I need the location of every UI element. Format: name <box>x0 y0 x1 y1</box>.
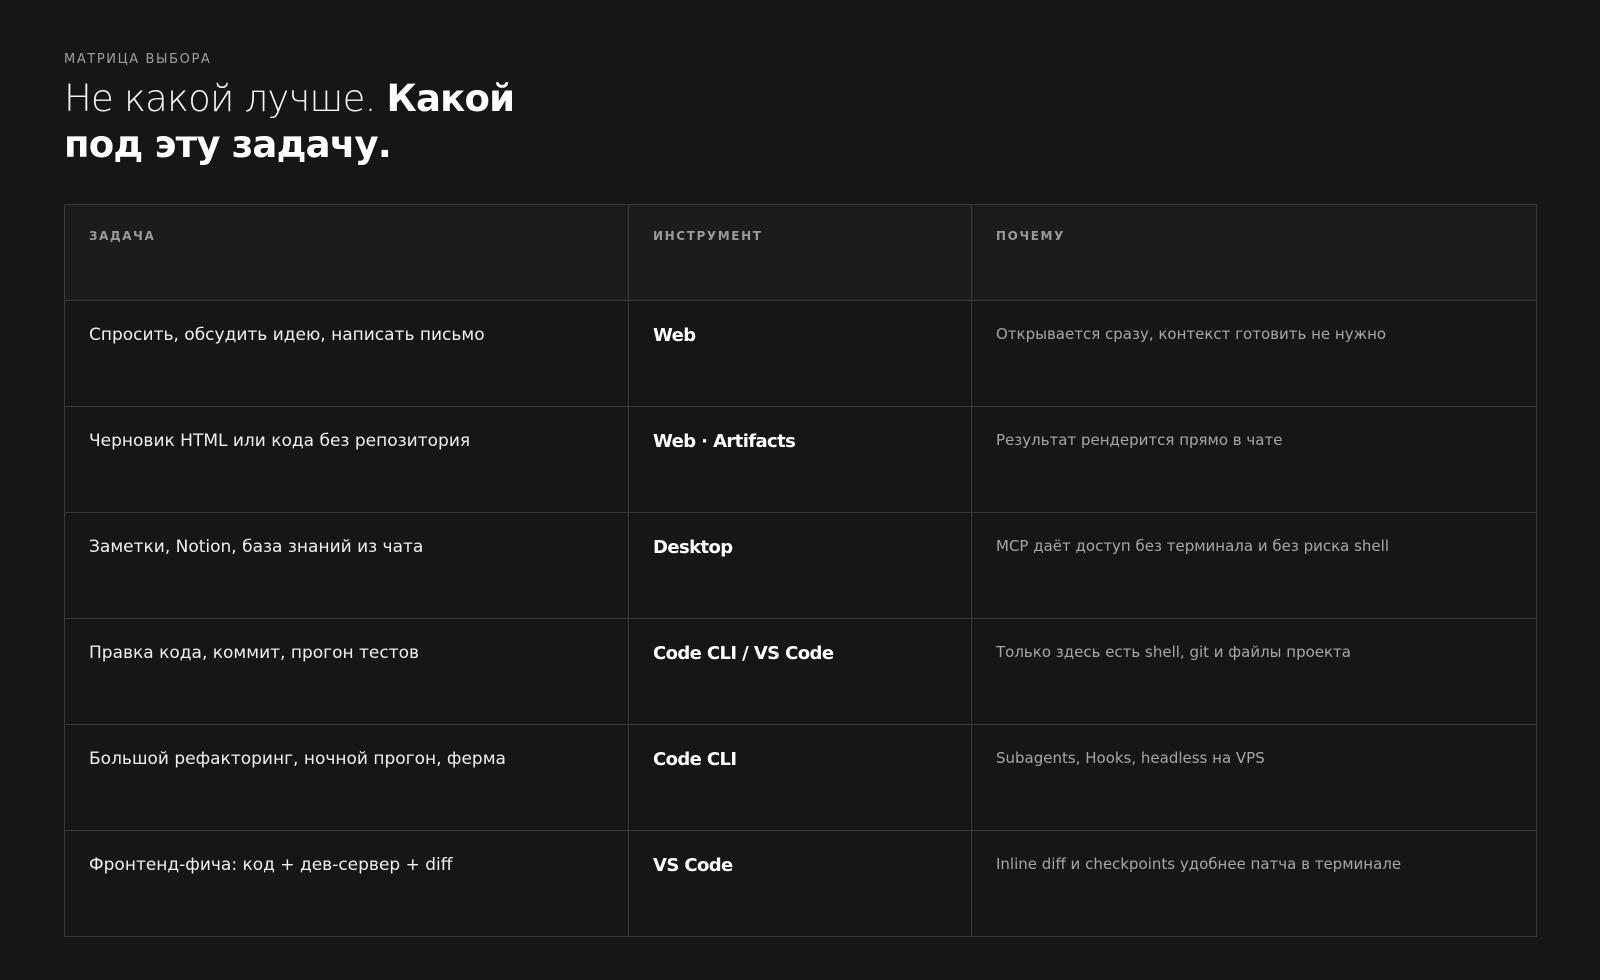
table-header: ЗАДАЧА ИНСТРУМЕНТ ПОЧЕМУ <box>64 204 1537 301</box>
table-row: Правка кода, коммит, прогон тестов Code … <box>64 618 1537 725</box>
tool-cell: Code CLI / VS Code <box>628 618 972 725</box>
reason-cell: Только здесь есть shell, git и файлы про… <box>971 618 1537 725</box>
task-cell: Спросить, обсудить идею, написать письмо <box>64 300 629 407</box>
tool-cell: VS Code <box>628 830 972 937</box>
tool-cell: Desktop <box>628 512 972 619</box>
reason-cell: Subagents, Hooks, headless на VPS <box>971 724 1537 831</box>
tool-cell: Web · Artifacts <box>628 406 972 513</box>
reason-cell: Открывается сразу, контекст готовить не … <box>971 300 1537 407</box>
task-cell: Правка кода, коммит, прогон тестов <box>64 618 629 725</box>
task-cell: Фронтенд-фича: код + дев-сервер + diff <box>64 830 629 937</box>
tool-cell: Web <box>628 300 972 407</box>
table-row: Фронтенд-фича: код + дев-сервер + diff V… <box>64 830 1537 937</box>
table-row: Спросить, обсудить идею, написать письмо… <box>64 300 1537 407</box>
section-title: Не какой лучше. Какой под эту задачу. <box>64 76 584 168</box>
table-row: Черновик HTML или кода без репозитория W… <box>64 406 1537 513</box>
task-cell: Большой рефакторинг, ночной прогон, ферм… <box>64 724 629 831</box>
table-header-row: ЗАДАЧА ИНСТРУМЕНТ ПОЧЕМУ <box>64 204 1537 301</box>
tool-cell: Code CLI <box>628 724 972 831</box>
column-header-task: ЗАДАЧА <box>64 204 629 301</box>
table-body: Спросить, обсудить идею, написать письмо… <box>64 300 1537 937</box>
section-eyebrow: МАТРИЦА ВЫБОРА <box>64 52 212 67</box>
table-row: Большой рефакторинг, ночной прогон, ферм… <box>64 724 1537 831</box>
table-row: Заметки, Notion, база знаний из чата Des… <box>64 512 1537 619</box>
column-header-reason: ПОЧЕМУ <box>971 204 1537 301</box>
reason-cell: MCP даёт доступ без терминала и без риск… <box>971 512 1537 619</box>
reason-cell: Inline diff и checkpoints удобнее патча … <box>971 830 1537 937</box>
task-cell: Заметки, Notion, база знаний из чата <box>64 512 629 619</box>
section-title-light: Не какой лучше. <box>64 77 376 120</box>
selection-matrix-table: ЗАДАЧА ИНСТРУМЕНТ ПОЧЕМУ Спросить, обсуд… <box>64 204 1537 937</box>
task-cell: Черновик HTML или кода без репозитория <box>64 406 629 513</box>
reason-cell: Результат рендерится прямо в чате <box>971 406 1537 513</box>
column-header-tool: ИНСТРУМЕНТ <box>628 204 972 301</box>
